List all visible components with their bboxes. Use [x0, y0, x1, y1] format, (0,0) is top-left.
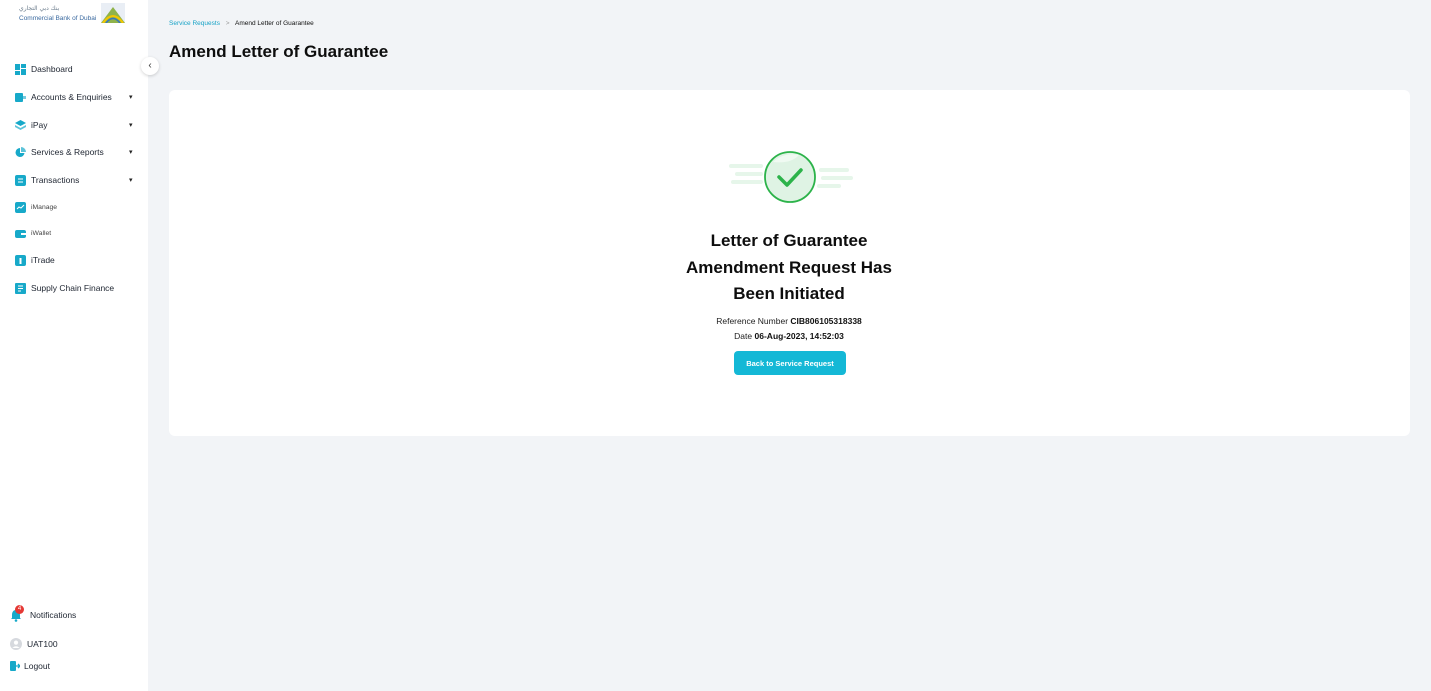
chevron-down-icon: ▾ [129, 122, 133, 129]
sidebar-item-accounts[interactable]: Accounts & Enquiries ▾ [0, 85, 148, 109]
chevron-down-icon: ▾ [129, 94, 133, 101]
services-icon [15, 146, 26, 157]
itrade-icon [15, 254, 26, 266]
chevron-down-icon: ▾ [129, 149, 133, 156]
result-card: Letter of Guarantee Amendment Request Ha… [169, 90, 1410, 436]
success-title-line: Amendment Request Has [686, 257, 892, 277]
success-check-icon [729, 151, 853, 203]
sidebar-item-imanage[interactable]: iManage [0, 195, 148, 219]
sidebar-item-services-reports[interactable]: Services & Reports ▾ [0, 140, 148, 164]
sidebar-item-label: Dashboard [31, 64, 73, 74]
sidebar-item-dashboard[interactable]: Dashboard [0, 57, 148, 81]
logout-item[interactable]: Logout [10, 661, 50, 671]
sidebar-item-label: iManage [31, 203, 58, 211]
request-date: Date 06-Aug-2023, 14:52:03 [639, 331, 939, 341]
sidebar-item-label: Services & Reports [31, 147, 104, 157]
bell-icon: 4 [10, 605, 24, 622]
date-label: Date [734, 331, 753, 341]
notification-badge: 4 [15, 605, 24, 614]
sidebar-item-ipay[interactable]: iPay ▾ [0, 113, 148, 137]
bank-logo[interactable]: بنك دبي التجاري Commercial Bank of Dubai [17, 3, 125, 25]
dashboard-icon [15, 63, 26, 75]
sidebar-item-supply-chain-finance[interactable]: Supply Chain Finance [0, 276, 148, 300]
logout-label: Logout [24, 661, 50, 671]
reference-number: Reference Number CIB806105318338 [639, 316, 939, 326]
iwallet-icon [15, 229, 26, 238]
chevron-down-icon: ▾ [129, 177, 133, 184]
sidebar: بنك دبي التجاري Commercial Bank of Dubai… [0, 0, 148, 691]
sidebar-item-label: iTrade [31, 255, 55, 265]
success-title-line: Letter of Guarantee [710, 231, 868, 250]
page-title: Amend Letter of Guarantee [169, 42, 389, 61]
breadcrumb-link-service-requests[interactable]: Service Requests [169, 20, 220, 27]
avatar [10, 638, 22, 650]
ipay-icon [15, 119, 26, 130]
sidebar-item-label: Supply Chain Finance [31, 283, 115, 293]
user-profile-item[interactable]: UAT100 [10, 638, 58, 650]
imanage-icon [15, 201, 26, 213]
sidebar-item-label: Transactions [31, 175, 80, 185]
breadcrumb: Service Requests > Amend Letter of Guara… [169, 20, 314, 27]
back-to-service-request-button[interactable]: Back to Service Request [734, 351, 846, 375]
sidebar-item-itrade[interactable]: iTrade [0, 248, 148, 272]
bank-logo-mark-icon [101, 3, 125, 23]
notifications-item[interactable]: 4 Notifications [10, 605, 77, 622]
collapse-sidebar-button[interactable]: ‹ [141, 57, 159, 75]
reference-value: CIB806105318338 [790, 316, 862, 326]
logout-icon [10, 661, 20, 671]
accounts-icon [15, 92, 26, 102]
user-name: UAT100 [27, 639, 58, 649]
sidebar-item-transactions[interactable]: Transactions ▾ [0, 168, 148, 192]
sidebar-item-label: iWallet [31, 229, 52, 237]
success-message: Letter of Guarantee Amendment Request Ha… [639, 228, 939, 308]
supply-chain-icon [15, 282, 26, 294]
breadcrumb-separator: > [225, 20, 230, 27]
notifications-label: Notifications [30, 610, 77, 620]
success-title-line: Been Initiated [733, 284, 845, 303]
reference-label: Reference Number [716, 316, 789, 326]
sidebar-item-label: iPay [31, 120, 48, 130]
date-value: 06-Aug-2023, 14:52:03 [754, 331, 844, 341]
sidebar-item-iwallet[interactable]: iWallet [0, 221, 148, 245]
breadcrumb-current: Amend Letter of Guarantee [235, 20, 314, 27]
logo-english-text: Commercial Bank of Dubai [19, 15, 97, 22]
logo-arabic-text: بنك دبي التجاري [19, 5, 60, 12]
transactions-icon [15, 174, 26, 186]
sidebar-item-label: Accounts & Enquiries [31, 92, 112, 102]
